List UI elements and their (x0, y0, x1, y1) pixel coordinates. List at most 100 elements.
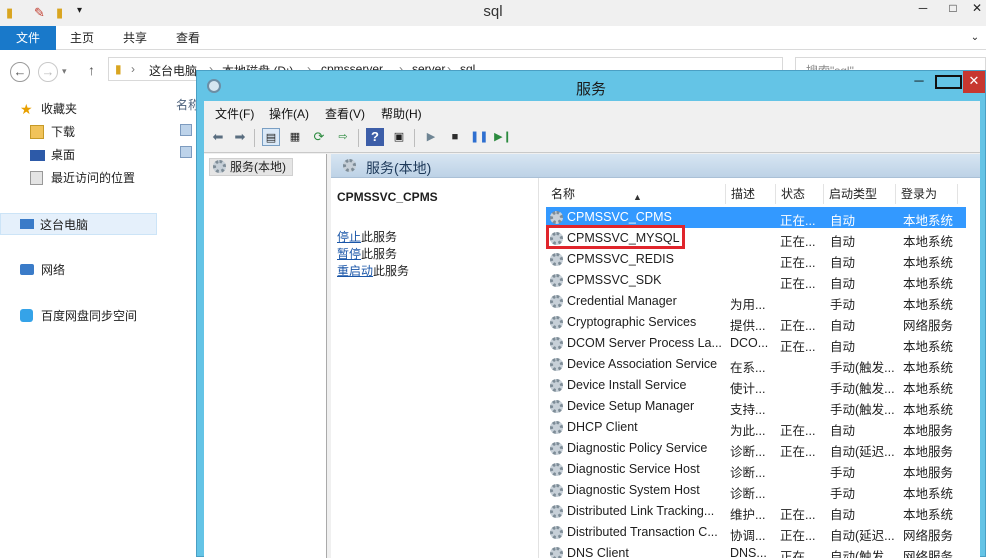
nav-network[interactable]: 网络 (0, 259, 175, 281)
ribbon-tab-view[interactable]: 查看 (166, 26, 210, 50)
file-icon[interactable] (180, 124, 192, 136)
service-row[interactable]: Distributed Link Tracking... 维护... 正在... 自动… (546, 501, 966, 522)
service-name: Distributed Transaction C... (567, 525, 718, 539)
service-row[interactable]: Credential Manager 为用... 手动 本地系统 (546, 291, 966, 312)
service-row[interactable]: DNS Client DNS... 正在... 自动(触发... 网络服务 (546, 543, 966, 558)
service-status: 正在... (780, 424, 816, 438)
service-logon: 本地系统 (903, 256, 954, 270)
refresh-icon[interactable]: ⟳ (310, 128, 328, 146)
service-description: 诊断... (730, 466, 766, 480)
forward-arrow-icon[interactable]: ➡ (231, 128, 249, 146)
service-name: CPMSSVC_CPMS (567, 210, 672, 224)
services-title: 服务 (575, 81, 606, 98)
service-gear-icon (550, 442, 563, 455)
service-row[interactable]: Device Setup Manager 支持... 手动(触发... 本地系统 (546, 396, 966, 417)
service-startup-type: 自动 (830, 277, 856, 291)
back-arrow-icon[interactable]: ⬅ (209, 128, 227, 146)
properties-icon[interactable]: ▦ (286, 128, 304, 146)
ribbon-expand-icon[interactable]: ⌄ (966, 26, 984, 50)
nav-this-pc[interactable]: 这台电脑 (0, 213, 157, 235)
service-startup-type: 自动 (830, 256, 856, 270)
service-logon: 本地系统 (903, 403, 954, 417)
service-gear-icon (550, 421, 563, 434)
nav-desktop[interactable]: 桌面 (0, 144, 175, 166)
explorer-minimize-button[interactable]: ─ (910, 0, 936, 18)
nav-recent[interactable]: 最近访问的位置 (0, 167, 175, 189)
nav-favorites[interactable]: ★ 收藏夹 (0, 98, 175, 120)
service-gear-icon (550, 505, 563, 518)
column-header-startup-type[interactable]: 启动类型 (824, 184, 896, 204)
service-row[interactable]: Cryptographic Services 提供... 正在... 自动 网络服务 (546, 312, 966, 333)
star-icon: ★ (20, 101, 33, 117)
sort-ascending-icon: ▲ (633, 192, 642, 202)
show-hide-console-tree-icon[interactable]: ▤ (262, 128, 280, 146)
up-icon[interactable]: ↑ (88, 62, 95, 78)
restart-service-icon[interactable]: ▶❙ (494, 128, 512, 146)
stop-service-icon[interactable]: ■ (446, 128, 464, 146)
service-name: Credential Manager (567, 294, 677, 308)
annotation-highlight-box (546, 225, 685, 249)
service-logon: 本地系统 (903, 277, 954, 291)
restart-service-link[interactable]: 重启动 (337, 264, 373, 278)
service-logon: 网络服务 (903, 319, 954, 333)
explorer-close-button[interactable]: ✕ (968, 0, 986, 18)
service-name: Device Install Service (567, 378, 687, 392)
service-logon: 网络服务 (903, 550, 954, 558)
column-header-status[interactable]: 状态 (776, 184, 824, 204)
menu-action[interactable]: 操作(A) (269, 105, 309, 122)
service-row[interactable]: Distributed Transaction C... 协调... 正在... 自动… (546, 522, 966, 543)
service-description: 为用... (730, 298, 766, 312)
start-service-icon[interactable]: ▶ (422, 128, 440, 146)
services-close-button[interactable]: ✕ (963, 71, 985, 93)
service-gear-icon (550, 253, 563, 266)
back-button[interactable]: ← (10, 62, 30, 82)
service-startup-type: 自动 (830, 214, 856, 228)
service-logon: 本地系统 (903, 382, 954, 396)
service-row[interactable]: Device Install Service 使计... 手动(触发... 本地系统 (546, 375, 966, 396)
file-icon[interactable] (180, 146, 192, 158)
services-minimize-button[interactable]: ─ (906, 71, 932, 93)
nav-downloads[interactable]: 下载 (0, 121, 175, 143)
pause-service-link[interactable]: 暂停 (337, 247, 361, 261)
service-row[interactable]: Device Association Service 在系... 手动(触发... 本… (546, 354, 966, 375)
stop-service-link[interactable]: 停止 (337, 230, 361, 244)
ribbon-tab-share[interactable]: 共享 (113, 26, 157, 50)
service-row[interactable]: DCOM Server Process La... DCO... 正在... 自动 本地… (546, 333, 966, 354)
ribbon-tab-file[interactable]: 文件 (0, 26, 56, 50)
column-header-logon-as[interactable]: 登录为 (896, 184, 958, 204)
service-row[interactable]: Diagnostic Service Host 诊断... 手动 本地服务 (546, 459, 966, 480)
service-status: 正在... (780, 508, 816, 522)
column-header-name[interactable]: 名称 ▲ (546, 184, 726, 204)
explorer-titlebar: ▮ ✎ ▮ ▾ sql ─ □ ✕ (0, 0, 986, 26)
column-header-description[interactable]: 描述 (726, 184, 776, 204)
menu-view[interactable]: 查看(V) (325, 105, 365, 122)
export-list-icon[interactable]: ⇨ (334, 128, 352, 146)
menu-file[interactable]: 文件(F) (215, 105, 254, 122)
nav-baidu-sync[interactable]: 百度网盘同步空间 (0, 305, 175, 327)
pause-service-icon[interactable]: ❚❚ (470, 128, 488, 146)
service-startup-type: 自动(延迟... (830, 445, 895, 459)
service-description: 诊断... (730, 445, 766, 459)
services-maximize-button[interactable] (935, 75, 962, 89)
help-icon[interactable]: ? (366, 128, 384, 146)
service-row[interactable]: Diagnostic System Host 诊断... 手动 本地系统 (546, 480, 966, 501)
service-gear-icon (550, 211, 563, 224)
services-titlebar[interactable]: 服务 ─ ✕ (197, 71, 985, 101)
service-name: Distributed Link Tracking... (567, 504, 715, 518)
services-client-area: 文件(F) 操作(A) 查看(V) 帮助(H) ⬅ ➡ ▤ ▦ ⟳ ⇨ ? ▣ … (204, 101, 980, 558)
service-row[interactable]: CPMSSVC_REDIS 正在... 自动 本地系统 (546, 249, 966, 270)
service-row[interactable]: Diagnostic Policy Service 诊断... 正在... 自动(延迟… (546, 438, 966, 459)
service-row[interactable]: CPMSSVC_SDK 正在... 自动 本地系统 (546, 270, 966, 291)
tree-item-services-local[interactable]: 服务(本地) (209, 158, 293, 176)
show-action-pane-icon[interactable]: ▣ (390, 128, 408, 146)
explorer-maximize-button[interactable]: □ (940, 0, 966, 18)
menu-help[interactable]: 帮助(H) (381, 105, 422, 122)
breadcrumb-this-pc[interactable]: 这台电脑 (149, 62, 197, 79)
ribbon-tab-home[interactable]: 主页 (60, 26, 104, 50)
forward-button[interactable]: → (38, 62, 58, 82)
recent-locations-icon[interactable]: ▾ (62, 66, 67, 77)
console-tree: 服务(本地) (204, 154, 327, 558)
service-gear-icon (550, 316, 563, 329)
service-row[interactable]: DHCP Client 为此... 正在... 自动 本地服务 (546, 417, 966, 438)
service-status: 正在... (780, 256, 816, 270)
